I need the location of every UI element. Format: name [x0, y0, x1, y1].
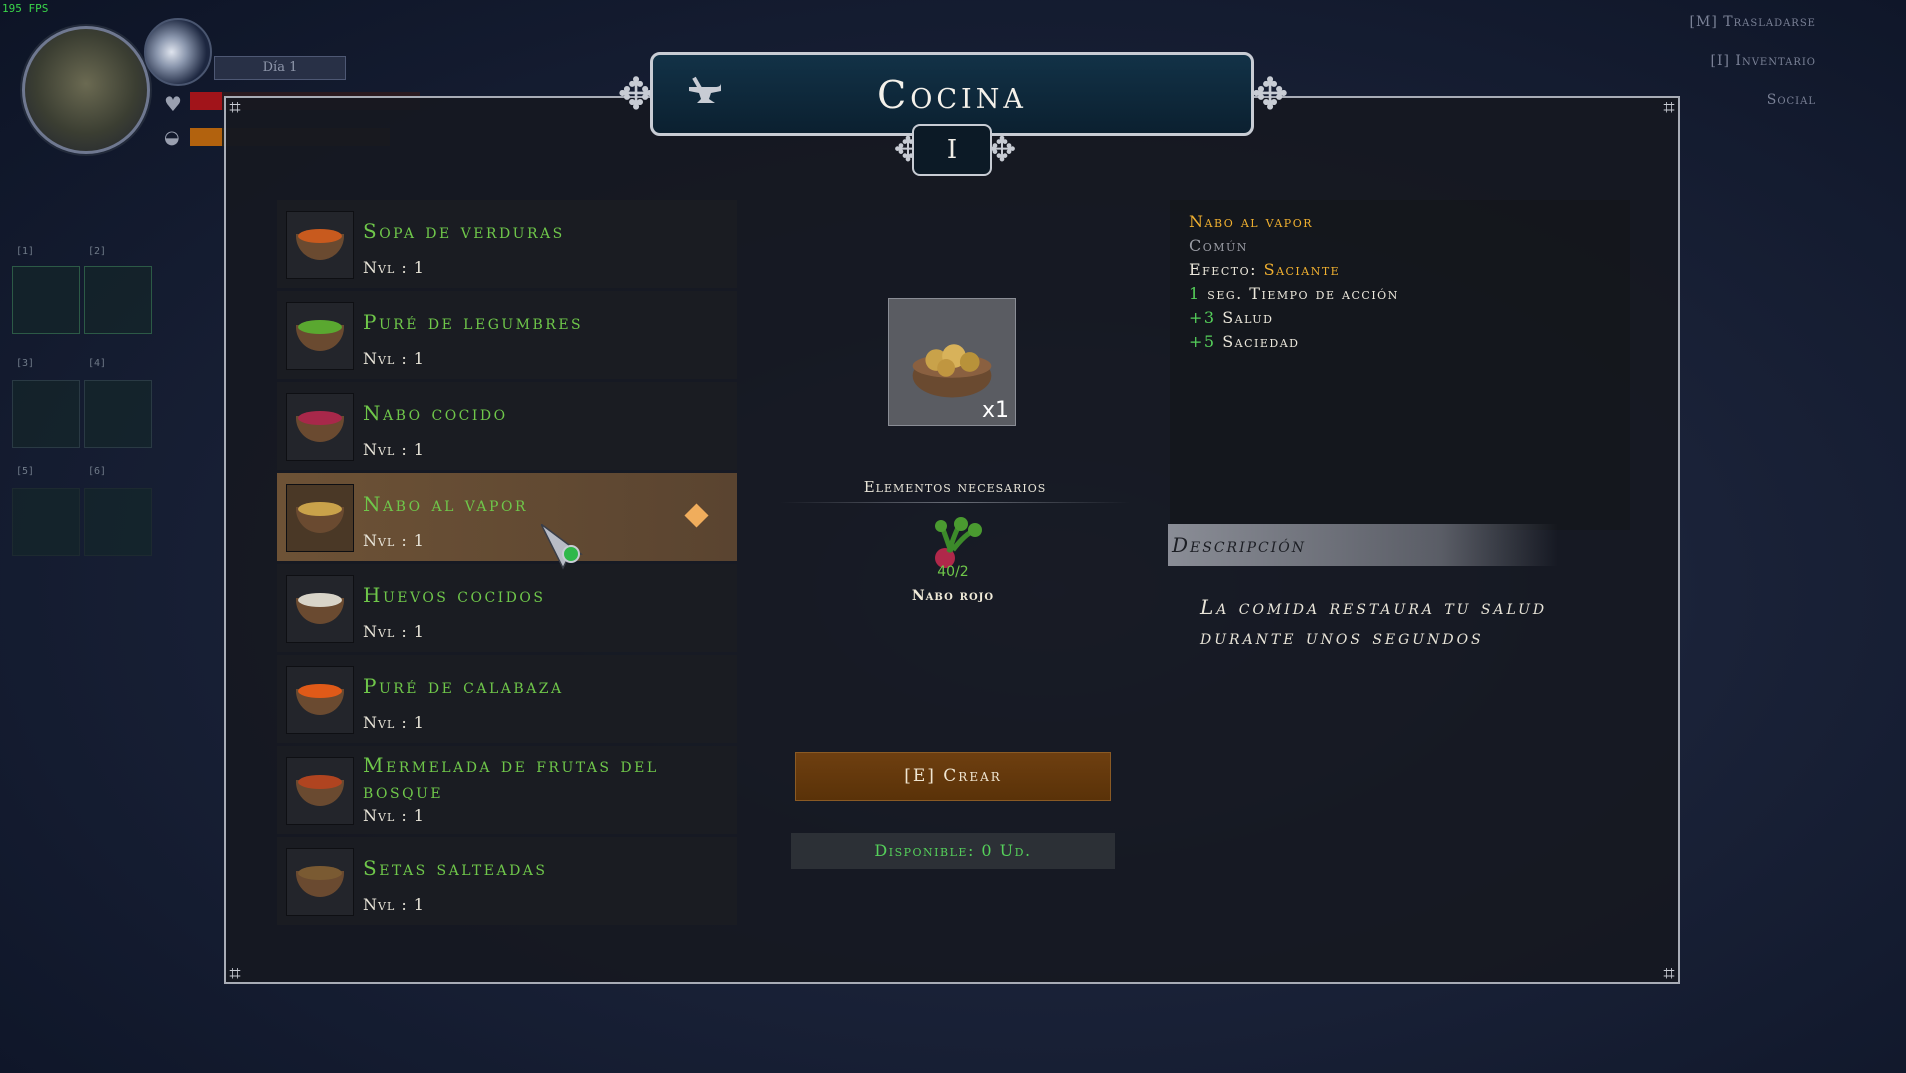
recipe-thumbnail	[286, 848, 354, 916]
recipe-level: Nvl : 1	[363, 622, 425, 641]
slot-key: [6]	[88, 466, 107, 477]
item-action-time: 1 seg. Tiempo de acción	[1189, 284, 1399, 303]
ingredient-count: 40/2	[937, 564, 969, 580]
knot-ornament-icon: ✥	[1251, 69, 1289, 120]
meat-slot[interactable]	[84, 380, 152, 448]
recipe-level: Nvl : 1	[363, 258, 425, 277]
recipe-item[interactable]: Puré de legumbres Nvl : 1	[277, 291, 737, 379]
recipe-level: Nvl : 1	[363, 806, 425, 825]
recipe-level: Nvl : 1	[363, 349, 425, 368]
available-count: Disponible: 0 Ud.	[791, 833, 1115, 869]
description-heading: Descripción	[1168, 524, 1558, 566]
divider	[780, 502, 1130, 503]
player-portrait	[22, 26, 150, 154]
corner-ornament: ⌗	[229, 961, 241, 985]
slot-key: [4]	[88, 358, 107, 369]
recipe-thumbnail	[286, 666, 354, 734]
recipe-name: Nabo cocido	[363, 401, 508, 425]
corner-ornament: ⌗	[229, 95, 241, 119]
mouse-cursor-icon	[541, 524, 583, 570]
ingredient-name: Nabo rojo	[911, 588, 995, 604]
recipe-level: Nvl : 1	[363, 895, 425, 914]
top-menu-travel[interactable]: [M] Trasladarse	[1690, 14, 1816, 30]
empty-slot[interactable]	[84, 488, 152, 556]
recipe-item[interactable]: Setas salteadas Nvl : 1	[277, 837, 737, 925]
recipe-name: Setas salteadas	[363, 856, 548, 880]
hunger-icon: ◒	[164, 127, 180, 148]
moon-phase-icon	[144, 18, 212, 86]
recipe-list: Sopa de verduras Nvl : 1 Puré de legumbr…	[277, 200, 737, 928]
recipe-item[interactable]: Nabo cocido Nvl : 1	[277, 382, 737, 470]
recipe-thumbnail	[286, 393, 354, 461]
item-details: Nabo al vapor Común Efecto: Saciante 1 s…	[1170, 200, 1630, 530]
slot-key: [2]	[88, 246, 107, 257]
recipe-level: Nvl : 1	[363, 531, 425, 550]
fps-counter: 195 FPS	[2, 2, 49, 15]
craft-button[interactable]: [E] Crear	[795, 752, 1111, 801]
top-menu-inventory[interactable]: [I] Inventario	[1711, 53, 1817, 69]
slot-key: [5]	[16, 466, 35, 477]
recipe-item[interactable]: Puré de calabaza Nvl : 1	[277, 655, 737, 743]
result-item-slot: x1	[888, 298, 1016, 426]
recipe-level: Nvl : 1	[363, 713, 425, 732]
recipe-thumbnail	[286, 757, 354, 825]
item-satiety: +5 Saciedad	[1189, 332, 1300, 351]
station-level: I	[912, 124, 992, 176]
requirements-label: Elementos necesarios	[863, 478, 1047, 496]
recipe-item-selected[interactable]: Nabo al vapor Nvl : 1	[277, 473, 737, 561]
slot-key: [1]	[16, 246, 35, 257]
slot-key: [3]	[16, 358, 35, 369]
empty-slot[interactable]	[12, 488, 80, 556]
item-health: +3 Salud	[1189, 308, 1274, 327]
recipe-item[interactable]: Huevos cocidos Nvl : 1	[277, 564, 737, 652]
recipe-item[interactable]: Sopa de verduras Nvl : 1	[277, 200, 737, 288]
recipe-thumbnail	[286, 302, 354, 370]
item-rarity: Común	[1189, 236, 1248, 255]
recipe-name: Huevos cocidos	[363, 583, 546, 607]
recipe-name: Puré de calabaza	[363, 674, 564, 698]
recipe-name: Nabo al vapor	[363, 492, 528, 516]
recipe-thumbnail	[286, 575, 354, 643]
sword-slot[interactable]	[12, 266, 80, 334]
recipe-level: Nvl : 1	[363, 440, 425, 459]
recipe-name: Sopa de verduras	[363, 219, 565, 243]
corner-ornament: ⌗	[1663, 961, 1675, 985]
window-title: Cocina	[877, 73, 1027, 117]
heart-icon: ♥	[164, 92, 182, 116]
item-effect: Efecto: Saciante	[1189, 260, 1341, 279]
recipe-thumbnail	[286, 211, 354, 279]
description-text: La comida restaura tu salud durante unos…	[1200, 595, 1548, 649]
item-name: Nabo al vapor	[1189, 212, 1314, 231]
recipe-name: Mermelada de frutas del bosque	[363, 753, 659, 803]
day-indicator: Día 1	[214, 56, 346, 80]
shield-slot[interactable]	[84, 266, 152, 334]
top-menu-social[interactable]: Social	[1767, 92, 1816, 108]
recipe-thumbnail	[286, 484, 354, 552]
recipe-name: Puré de legumbres	[363, 310, 584, 334]
corner-ornament: ⌗	[1663, 95, 1675, 119]
recipe-item[interactable]: Mermelada de frutas del bosque Nvl : 1	[277, 746, 737, 834]
potion-slot[interactable]	[12, 380, 80, 448]
result-quantity: x1	[981, 398, 1009, 423]
